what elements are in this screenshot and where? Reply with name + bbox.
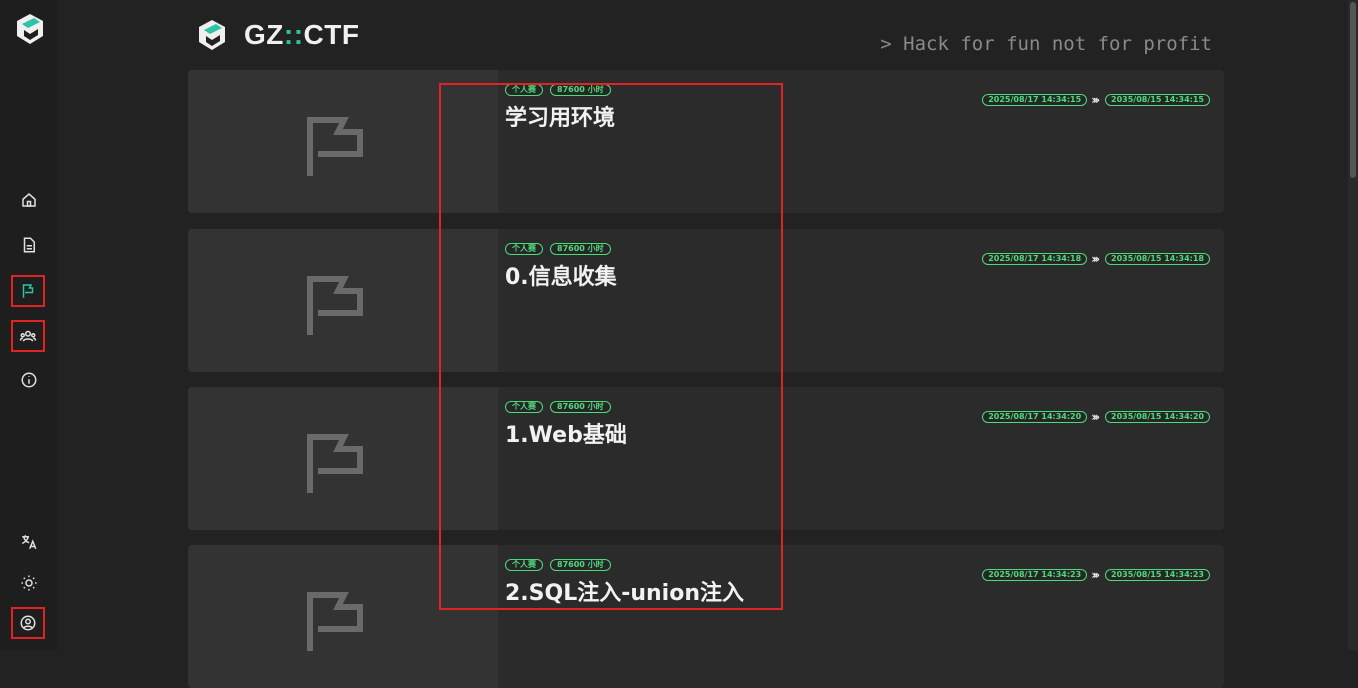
users-icon: [19, 330, 37, 342]
end-time-badge: 2035/08/15 14:34:20: [1105, 411, 1210, 423]
games-button[interactable]: [11, 275, 45, 307]
about-button[interactable]: [14, 365, 44, 395]
game-title[interactable]: 1.Web基础: [505, 417, 627, 449]
flag-icon: [307, 276, 363, 335]
scrollbar[interactable]: [1348, 0, 1358, 650]
scrollbar-thumb[interactable]: [1350, 2, 1356, 178]
user-circle-icon: [20, 615, 36, 631]
translate-icon: [21, 535, 37, 550]
sun-icon: [21, 575, 37, 591]
game-mode-badge: 个人赛: [505, 84, 543, 96]
sidebar: [0, 0, 58, 650]
document-icon: [23, 237, 35, 253]
flag-icon: [22, 284, 34, 298]
chevrons-right-icon: ›››: [1091, 410, 1100, 424]
game-poster: [188, 229, 498, 372]
game-poster: [188, 70, 498, 213]
start-time-badge: 2025/08/17 14:34:18: [982, 253, 1088, 265]
theme-button[interactable]: [14, 568, 44, 598]
game-title[interactable]: 2.SQL注入-union注入: [505, 575, 744, 607]
end-time-badge: 2035/08/15 14:34:15: [1105, 94, 1210, 106]
game-duration-badge: 87600 小时: [550, 84, 611, 96]
flag-icon: [307, 434, 363, 493]
info-icon: [21, 372, 37, 388]
game-duration-badge: 87600 小时: [550, 243, 611, 255]
game-card[interactable]: 个人赛 87600 小时 0.信息收集 2025/08/17 14:34:18 ››…: [188, 229, 1224, 372]
game-poster: [188, 545, 498, 688]
gzctf-logo-icon[interactable]: [196, 18, 228, 52]
game-mode-badge: 个人赛: [505, 559, 543, 571]
teams-button[interactable]: [11, 320, 45, 352]
start-time-badge: 2025/08/17 14:34:23: [982, 569, 1088, 581]
end-time-badge: 2035/08/15 14:34:18: [1105, 253, 1210, 265]
posts-button[interactable]: [14, 230, 44, 260]
game-duration-badge: 87600 小时: [550, 559, 611, 571]
gzctf-logo-icon[interactable]: [14, 12, 46, 46]
home-button[interactable]: [14, 185, 44, 215]
game-poster: [188, 387, 498, 530]
game-card[interactable]: 个人赛 87600 小时 2.SQL注入-union注入 2025/08/17 1…: [188, 545, 1224, 688]
slogan: > Hack for fun not for profit: [880, 33, 1212, 55]
end-time-badge: 2035/08/15 14:34:23: [1105, 569, 1210, 581]
game-card[interactable]: 个人赛 87600 小时 1.Web基础 2025/08/17 14:34:20 ›…: [188, 387, 1224, 530]
game-title[interactable]: 0.信息收集: [505, 259, 617, 291]
chevrons-right-icon: ›››: [1091, 93, 1100, 107]
chevrons-right-icon: ›››: [1091, 252, 1100, 266]
game-duration-badge: 87600 小时: [550, 401, 611, 413]
start-time-badge: 2025/08/17 14:34:15: [982, 94, 1088, 106]
account-button[interactable]: [11, 607, 45, 639]
home-icon: [22, 193, 36, 207]
game-title[interactable]: 学习用环境: [505, 100, 615, 132]
language-button[interactable]: [14, 527, 44, 557]
chevrons-right-icon: ›››: [1091, 568, 1100, 582]
game-card[interactable]: 个人赛 87600 小时 学习用环境 2025/08/17 14:34:15 ›››…: [188, 70, 1224, 213]
flag-icon: [307, 592, 363, 651]
game-mode-badge: 个人赛: [505, 243, 543, 255]
game-mode-badge: 个人赛: [505, 401, 543, 413]
flag-icon: [307, 117, 363, 176]
start-time-badge: 2025/08/17 14:34:20: [982, 411, 1088, 423]
brand-title[interactable]: GZ::CTF: [244, 19, 359, 51]
